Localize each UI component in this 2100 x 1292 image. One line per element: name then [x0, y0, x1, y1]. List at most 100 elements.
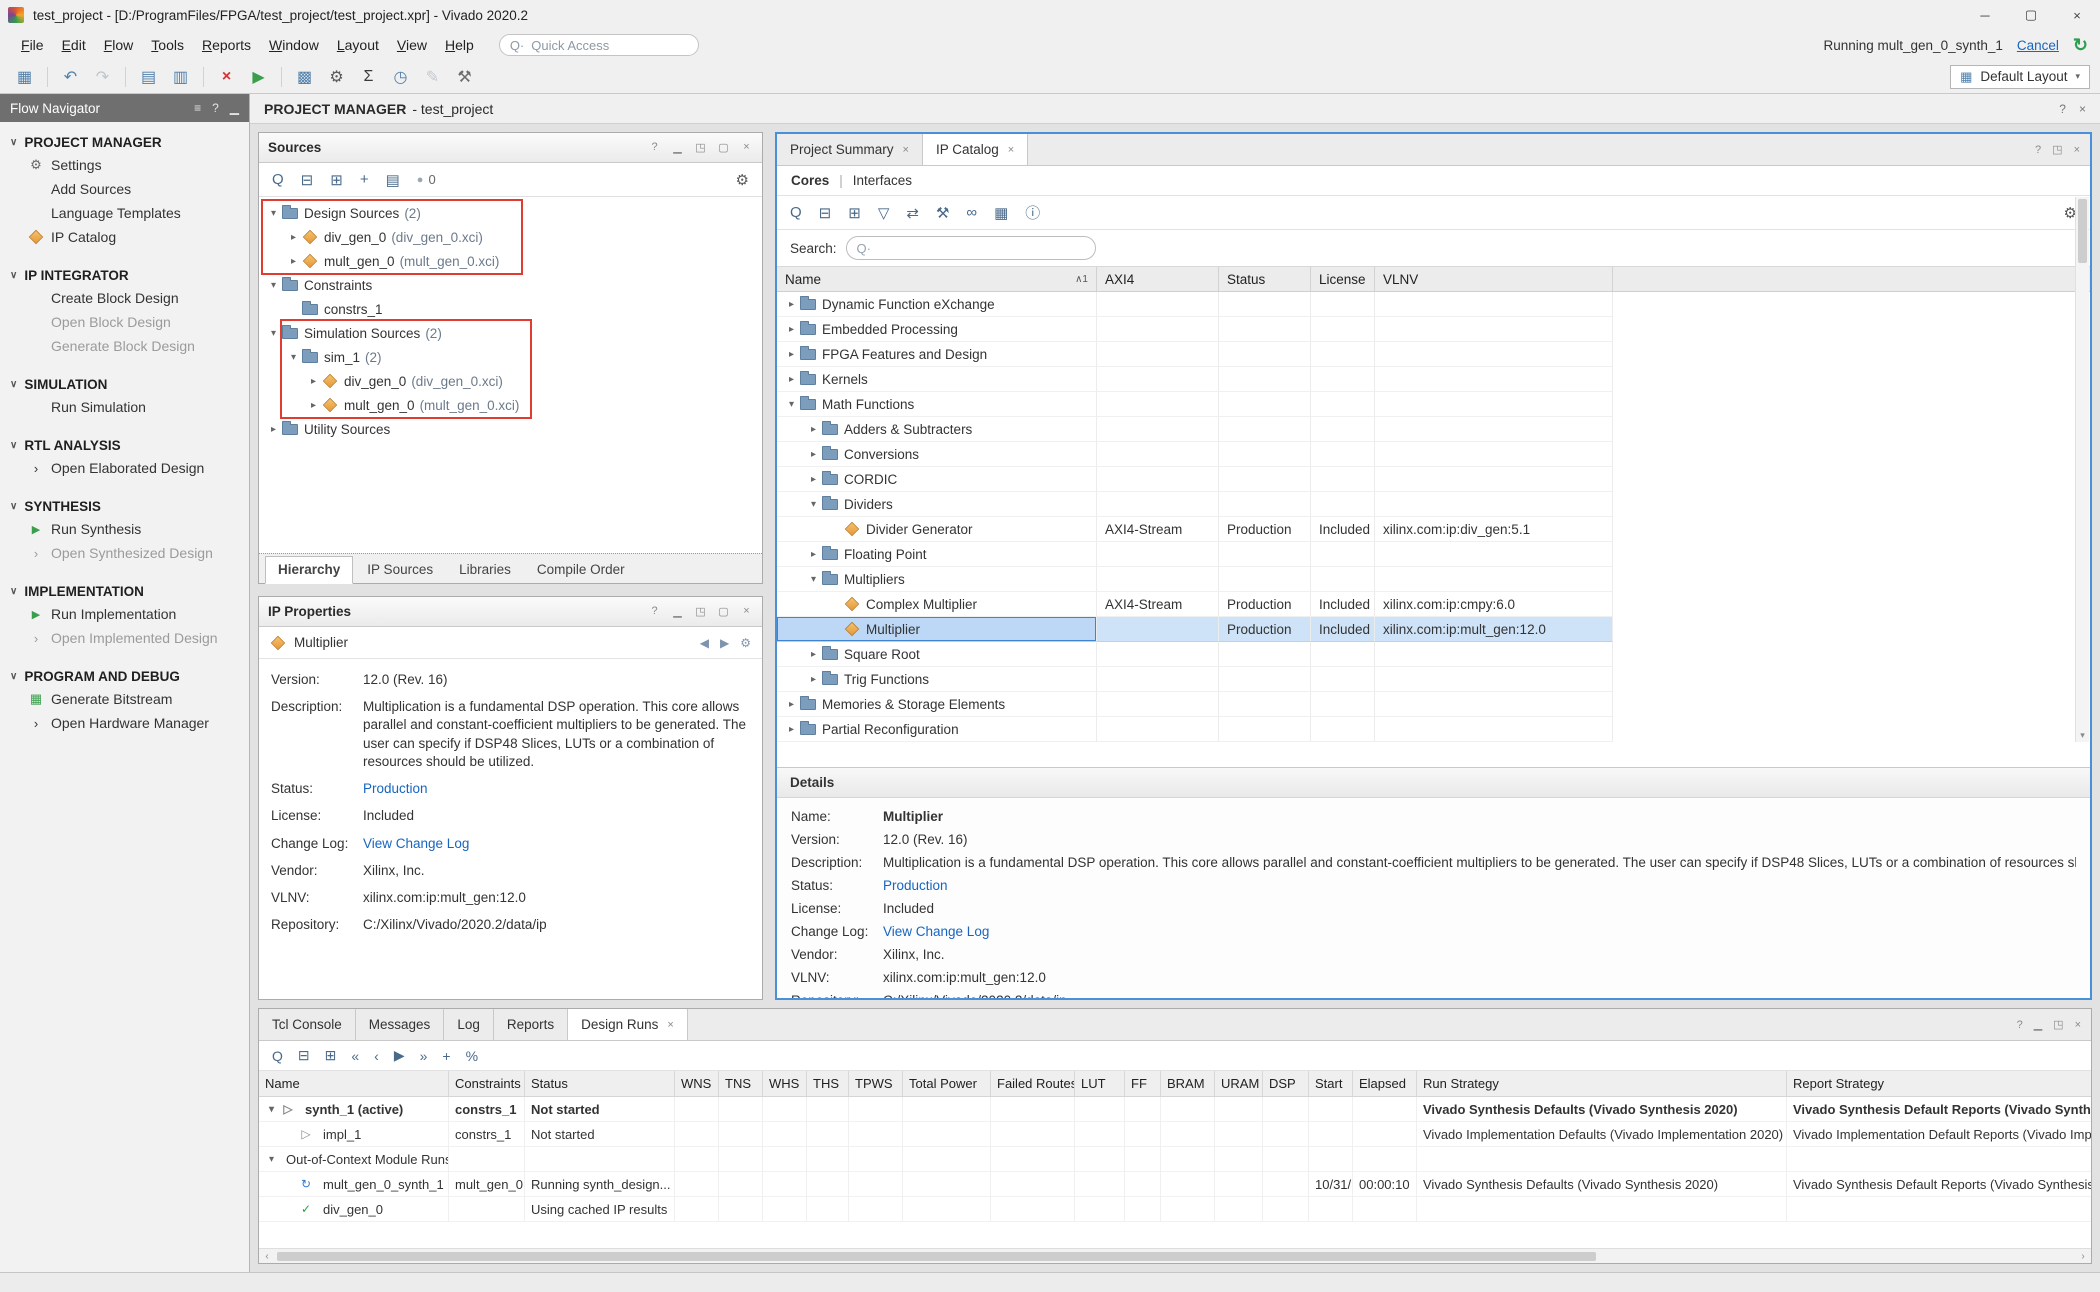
minimize-icon[interactable]: ▁	[230, 101, 239, 115]
flow-item-generate-bitstream[interactable]: ▦Generate Bitstream	[0, 687, 249, 711]
settings-icon[interactable]: ⚙	[740, 636, 751, 650]
flow-item-open-elaborated-design[interactable]: ›Open Elaborated Design	[0, 456, 249, 480]
column-header-vlnv[interactable]: VLNV	[1375, 267, 1613, 291]
maximize-icon[interactable]: ▢	[717, 141, 730, 154]
search-icon[interactable]: Q	[272, 1047, 283, 1064]
step-back-icon[interactable]: ‹	[374, 1047, 379, 1064]
help-icon[interactable]: ?	[2017, 1019, 2023, 1031]
flow-item-language-templates[interactable]: Language Templates	[0, 201, 249, 225]
catalog-row-dynamic-function-exchange[interactable]: ▸Dynamic Function eXchange	[777, 292, 2090, 317]
maximize-window-button[interactable]: ▢	[2008, 0, 2054, 30]
sources-tab-ip-sources[interactable]: IP Sources	[355, 557, 445, 583]
info-icon[interactable]: ⓘ	[1025, 202, 1040, 223]
flow-section-header[interactable]: ∨IP INTEGRATOR	[0, 265, 249, 286]
tab-reports[interactable]: Reports	[494, 1009, 568, 1040]
horizontal-scrollbar[interactable]: ‹ ›	[259, 1248, 2091, 1263]
catalog-row-adders-subtracters[interactable]: ▸Adders & Subtracters	[777, 417, 2090, 442]
flow-item-open-hardware-manager[interactable]: ›Open Hardware Manager	[0, 711, 249, 735]
source-row-design-sources[interactable]: ▾Design Sources(2)	[259, 201, 762, 225]
column-header-elapsed[interactable]: Elapsed	[1353, 1071, 1417, 1096]
debug-icon[interactable]: ⚒	[450, 64, 479, 90]
expand-all-icon[interactable]: ⊞	[848, 202, 861, 223]
source-row-div-gen-0[interactable]: ▸div_gen_0(div_gen_0.xci)	[259, 225, 762, 249]
expander-closed-icon[interactable]: ▸	[805, 549, 822, 560]
undo-icon[interactable]: ↶	[56, 64, 85, 90]
source-row-mult-gen-0[interactable]: ▸mult_gen_0(mult_gen_0.xci)	[259, 249, 762, 273]
flow-section-header[interactable]: ∨RTL ANALYSIS	[0, 435, 249, 456]
minimize-window-button[interactable]: ─	[1962, 0, 2008, 30]
flow-item-open-synthesized-design[interactable]: ›Open Synthesized Design	[0, 541, 249, 565]
sources-panel-header[interactable]: Sources ? ▁ ◳ ▢ ×	[259, 133, 762, 163]
search-icon[interactable]: Q	[272, 171, 284, 189]
expander-closed-icon[interactable]: ▸	[783, 324, 800, 335]
source-row-constraints[interactable]: ▾Constraints	[259, 273, 762, 297]
flow-item-generate-block-design[interactable]: Generate Block Design	[0, 334, 249, 358]
layout-icon[interactable]: ▦	[994, 202, 1008, 223]
source-row-sim-1[interactable]: ▾sim_1(2)	[259, 345, 762, 369]
flow-item-ip-catalog[interactable]: IP Catalog	[0, 225, 249, 249]
menu-tools[interactable]: Tools	[142, 33, 193, 57]
source-row-simulation-sources[interactable]: ▾Simulation Sources(2)	[259, 321, 762, 345]
subtab-cores[interactable]: Cores	[791, 173, 829, 188]
maximize-icon[interactable]: ▢	[717, 605, 730, 618]
menu-file[interactable]: File	[12, 33, 53, 57]
tab-messages[interactable]: Messages	[356, 1009, 445, 1040]
quick-access-search[interactable]: Q· Quick Access	[499, 34, 699, 56]
flow-section-header[interactable]: ∨PROGRAM AND DEBUG	[0, 666, 249, 687]
float-icon[interactable]: ◳	[2053, 1018, 2063, 1031]
expander-closed-icon[interactable]: ▸	[265, 424, 282, 435]
expander-closed-icon[interactable]: ▸	[805, 449, 822, 460]
expander-closed-icon[interactable]: ▸	[805, 424, 822, 435]
tab-log[interactable]: Log	[444, 1009, 494, 1040]
cancel-run-link[interactable]: Cancel	[2017, 38, 2059, 53]
catalog-row-trig-functions[interactable]: ▸Trig Functions	[777, 667, 2090, 692]
column-header-status[interactable]: Status	[525, 1071, 675, 1096]
filter-icon[interactable]: ▽	[878, 202, 890, 223]
stop-icon[interactable]: ×	[212, 64, 241, 90]
flow-item-create-block-design[interactable]: Create Block Design	[0, 286, 249, 310]
expander-closed-icon[interactable]: ▸	[783, 299, 800, 310]
layout-selector[interactable]: ▦ Default Layout ▾	[1950, 65, 2090, 89]
sum-icon[interactable]: Σ	[354, 64, 383, 90]
float-icon[interactable]: ◳	[694, 141, 707, 154]
close-icon[interactable]: ×	[740, 141, 753, 154]
help-icon[interactable]: ?	[648, 141, 661, 154]
expander-closed-icon[interactable]: ▸	[285, 232, 302, 243]
column-header-whs[interactable]: WHS	[763, 1071, 807, 1096]
menu-icon[interactable]: ≡	[194, 101, 201, 115]
column-header-name[interactable]: Name	[259, 1071, 449, 1096]
scrollbar-thumb[interactable]	[277, 1252, 1596, 1261]
run-row-div-gen-0[interactable]: ✓div_gen_0Using cached IP results	[259, 1197, 2091, 1222]
vertical-scrollbar[interactable]: ▾	[2075, 197, 2089, 742]
expander-open-icon[interactable]: ▾	[263, 1104, 280, 1115]
catalog-row-fpga-features-and-design[interactable]: ▸FPGA Features and Design	[777, 342, 2090, 367]
source-row-utility-sources[interactable]: ▸Utility Sources	[259, 417, 762, 441]
expander-closed-icon[interactable]: ▸	[783, 724, 800, 735]
back-icon[interactable]: ◀	[700, 636, 709, 650]
column-header-dsp[interactable]: DSP	[1263, 1071, 1309, 1096]
close-icon[interactable]: ×	[903, 144, 909, 156]
subtab-interfaces[interactable]: Interfaces	[853, 173, 912, 188]
menu-edit[interactable]: Edit	[53, 33, 95, 57]
close-icon[interactable]: ×	[2074, 144, 2080, 156]
scroll-right-icon[interactable]: ›	[2075, 1251, 2091, 1262]
help-icon[interactable]: ?	[2059, 102, 2066, 116]
tab-tcl-console[interactable]: Tcl Console	[259, 1009, 356, 1040]
column-header-name[interactable]: Name∧1	[777, 267, 1097, 291]
close-icon[interactable]: ×	[2079, 102, 2086, 116]
column-header-wns[interactable]: WNS	[675, 1071, 719, 1096]
flow-section-header[interactable]: ∨SIMULATION	[0, 374, 249, 395]
flow-item-run-implementation[interactable]: ▶Run Implementation	[0, 602, 249, 626]
scrollbar-thumb[interactable]	[2078, 199, 2087, 263]
expander-closed-icon[interactable]: ▸	[305, 376, 322, 387]
catalog-row-complex-multiplier[interactable]: Complex MultiplierAXI4-StreamProductionI…	[777, 592, 2090, 617]
catalog-row-divider-generator[interactable]: Divider GeneratorAXI4-StreamProductionIn…	[777, 517, 2090, 542]
flow-item-open-block-design[interactable]: Open Block Design	[0, 310, 249, 334]
menu-window[interactable]: Window	[260, 33, 328, 57]
property-value[interactable]: Production	[363, 780, 750, 798]
search-icon[interactable]: Q	[790, 202, 802, 223]
source-row-constrs-1[interactable]: constrs_1	[259, 297, 762, 321]
catalog-row-kernels[interactable]: ▸Kernels	[777, 367, 2090, 392]
expander-closed-icon[interactable]: ▸	[805, 474, 822, 485]
catalog-row-memories-storage-elements[interactable]: ▸Memories & Storage Elements	[777, 692, 2090, 717]
